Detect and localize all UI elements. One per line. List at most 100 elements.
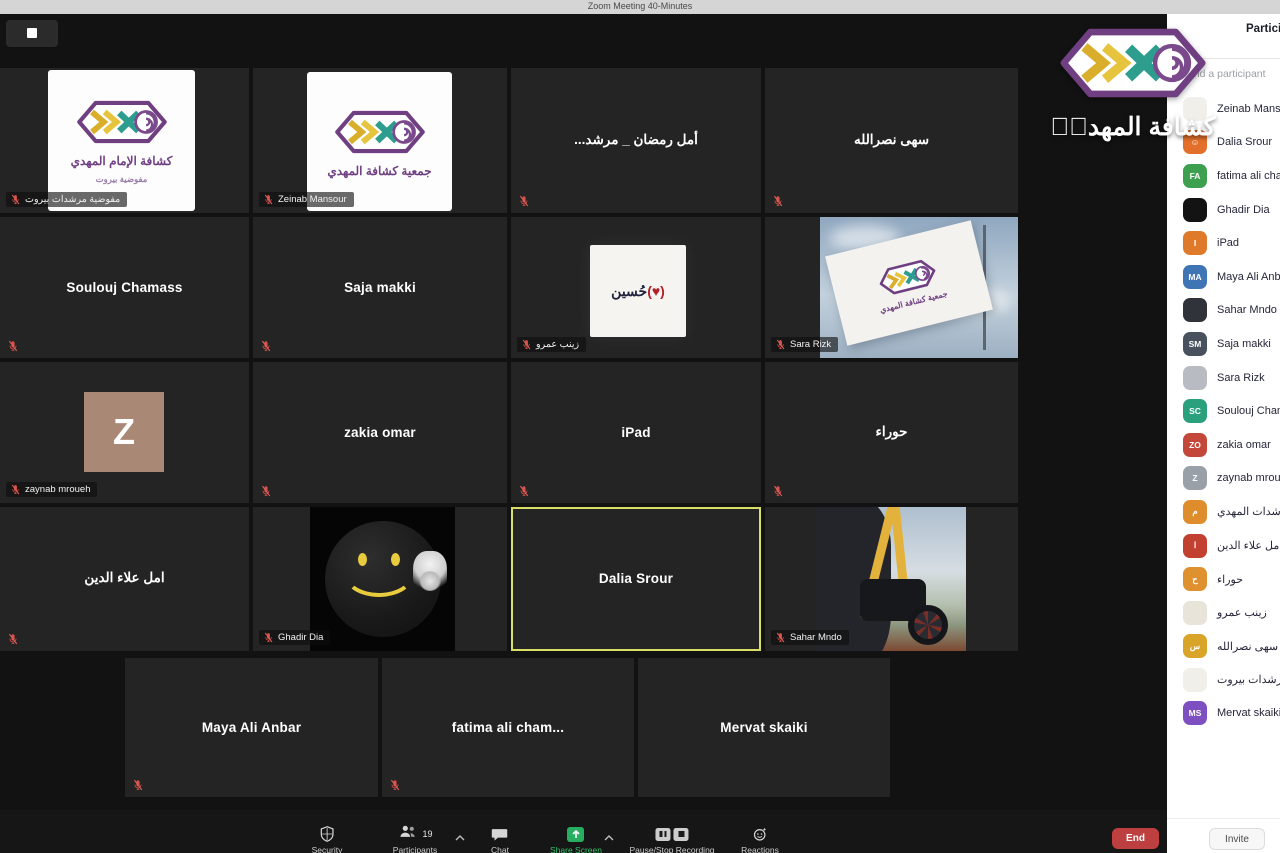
zoom-meeting-window: Zoom Meeting 40-Minutes كشافة الإمام الم… (0, 0, 1280, 853)
stop-video-layout-icon (27, 28, 37, 38)
security-button[interactable]: Security (312, 826, 343, 853)
scout-logo-card: جمعية كشافة المهدي (307, 72, 452, 211)
participant-row[interactable]: Ghadir Dia (1167, 193, 1280, 227)
participants-icon (397, 824, 417, 844)
video-tile-fatima-ali-cham[interactable]: fatima ali cham... (382, 658, 634, 797)
participant-name: Sahar Mndo (790, 632, 842, 643)
video-tile-maya-ali-anbar[interactable]: Maya Ali Anbar (125, 658, 378, 797)
pause-recording-icon (656, 828, 671, 841)
muted-mic-icon (389, 779, 401, 791)
participant-name: fatima ali cham... (1217, 170, 1280, 182)
video-tile-sahar-mndo[interactable]: Sahar Mndo (765, 507, 1018, 651)
participant-name-tag: Sahar Mndo (771, 630, 849, 645)
muted-mic-icon (775, 632, 786, 643)
view-toggle-button[interactable] (6, 20, 58, 47)
participant-name: زينب عمرو (1217, 606, 1267, 619)
participants-menu-chevron-icon[interactable] (455, 828, 465, 836)
share-screen-menu-chevron-icon[interactable] (604, 828, 614, 836)
video-tile-zeinab-amro[interactable]: حُسين(♥) زينب عمرو (511, 217, 761, 358)
participant-row[interactable]: ممرشدات المهدي (1167, 495, 1280, 529)
muted-mic-icon (7, 633, 19, 645)
scout-logo-card: كشافة الإمام المهدي مفوضية بيروت (48, 70, 195, 211)
video-tile-zakia-omar[interactable]: zakia omar (253, 362, 507, 503)
video-tile-mafawdiyat-beirut[interactable]: كشافة الإمام المهدي مفوضية بيروت مفوضية … (0, 68, 249, 213)
participant-row[interactable]: SCSoulouj Chamass (1167, 394, 1280, 428)
video-tile-ipad[interactable]: iPad (511, 362, 761, 503)
participant-row[interactable]: ZOzakia omar (1167, 428, 1280, 462)
participant-row[interactable]: مرشدات بيروت (1167, 663, 1280, 697)
participant-name: Saja makki (261, 279, 499, 294)
participant-row[interactable]: IiPad (1167, 226, 1280, 260)
window-title: Zoom Meeting 40-Minutes (0, 1, 1280, 11)
video-tile-amal-ramadan[interactable]: ...أمل رمضان _ مرشد (511, 68, 761, 213)
participant-name: Mervat skaiki (646, 719, 882, 734)
participant-name: Dalia Srour (519, 571, 753, 586)
participant-name: fatima ali cham... (390, 719, 626, 734)
participant-name: Ghadir Dia (1217, 204, 1270, 216)
participant-name: Saja makki (1217, 338, 1271, 350)
participants-panel-header: Participants (19) (1167, 14, 1280, 59)
participant-row[interactable]: Zeinab Mansour (1167, 92, 1280, 126)
video-tile-mervat-skaiki[interactable]: Mervat skaiki (638, 658, 890, 797)
video-tile-amal-alaa-eddine[interactable]: امل علاء الدين (0, 507, 249, 651)
avatar: س (1183, 634, 1207, 658)
share-screen-button[interactable]: Share Screen (550, 826, 602, 853)
participant-row[interactable]: Sahar Mndo (1167, 294, 1280, 328)
participant-name: حوراء (1217, 573, 1243, 586)
participant-search-input[interactable]: Find a participant (1167, 60, 1280, 90)
flag-photo: جمعية كشافة المهدي (820, 217, 1018, 358)
participant-search-placeholder: Find a participant (1185, 68, 1266, 80)
end-meeting-button[interactable]: End (1112, 828, 1159, 849)
participant-name: Ghadir Dia (278, 632, 323, 643)
video-tile-saja-makki[interactable]: Saja makki (253, 217, 507, 358)
muted-mic-icon (772, 485, 784, 497)
chat-button[interactable]: Chat (491, 826, 509, 853)
avatar (1183, 97, 1207, 121)
avatar: SC (1183, 399, 1207, 423)
participant-row[interactable]: FAfatima ali cham... (1167, 159, 1280, 193)
participant-name: ...أمل رمضان _ مرشد (519, 132, 753, 148)
chat-bubble-icon (492, 826, 509, 842)
participant-row[interactable]: Zzaynab mroueh (1167, 462, 1280, 496)
video-tile-soulouj-chamass[interactable]: Soulouj Chamass (0, 217, 249, 358)
video-tile-zaynab-mroueh[interactable]: Z zaynab mroueh (0, 362, 249, 503)
participant-name: Zeinab Mansour (278, 194, 347, 205)
video-tile-zeinab-mansour[interactable]: جمعية كشافة المهدي Zeinab Mansour (253, 68, 507, 213)
video-tile-hawraa[interactable]: حوراء (765, 362, 1018, 503)
avatar (1183, 366, 1207, 390)
avatar: ☺ (1183, 130, 1207, 154)
participant-row[interactable]: Sara Rizk (1167, 361, 1280, 395)
participant-row[interactable]: ححوراء (1167, 562, 1280, 596)
participants-button[interactable]: 19 Participants (393, 826, 437, 853)
participants-count-badge: 19 (422, 829, 432, 839)
participant-name-tag: Sara Rizk (771, 337, 838, 352)
pause-stop-recording-button[interactable]: Pause/Stop Recording (629, 826, 714, 853)
muted-mic-icon (7, 340, 19, 352)
avatar: ا (1183, 534, 1207, 558)
participant-name: سهى نصرالله (773, 132, 1010, 148)
participant-row[interactable]: MSMervat skaiki (1167, 697, 1280, 731)
video-tile-ghadir-dia[interactable]: Ghadir Dia (253, 507, 507, 651)
participant-row[interactable]: MAMaya Ali Anbar (1167, 260, 1280, 294)
participant-row[interactable]: اامل علاء الدين (1167, 529, 1280, 563)
participant-row[interactable]: ☺Dalia Srour (1167, 126, 1280, 160)
participant-row[interactable]: زينب عمرو (1167, 596, 1280, 630)
participant-row[interactable]: SM Saja makki (1167, 327, 1280, 361)
video-tile-sara-rizk[interactable]: جمعية كشافة المهدي Sara Rizk (765, 217, 1018, 358)
participant-name: zakia omar (1217, 439, 1271, 451)
video-grid-area: كشافة الإمام المهدي مفوضية بيروت مفوضية … (0, 14, 1167, 853)
muted-mic-icon (518, 485, 530, 497)
video-tile-suha-nasrallah[interactable]: سهى نصرالله (765, 68, 1018, 213)
letter-avatar: Z (84, 392, 164, 472)
invite-button[interactable]: Invite (1209, 828, 1265, 850)
video-tile-dalia-srour-speaking[interactable]: Dalia Srour (511, 507, 761, 651)
avatar (1183, 668, 1207, 692)
avatar: SM (1183, 332, 1207, 356)
avatar: م (1183, 500, 1207, 524)
avatar: MS (1183, 701, 1207, 725)
muted-mic-icon (772, 195, 784, 207)
avatar: MA (1183, 265, 1207, 289)
muted-mic-icon (518, 195, 530, 207)
participant-row[interactable]: سسهى نصرالله (1167, 630, 1280, 664)
reactions-button[interactable]: Reactions (741, 826, 779, 853)
